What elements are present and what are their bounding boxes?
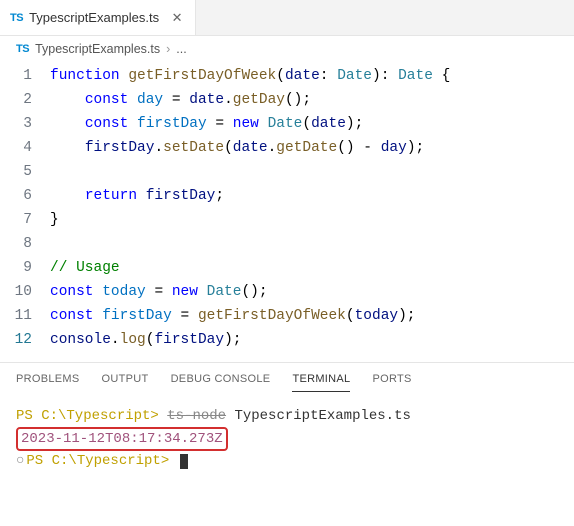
terminal-cursor: [180, 454, 188, 469]
line-number-gutter: 123456789101112: [0, 64, 50, 352]
tab-debug-console[interactable]: DEBUG CONSOLE: [171, 373, 271, 392]
code-content[interactable]: function getFirstDayOfWeek(date: Date): …: [50, 64, 574, 352]
breadcrumb-filename: TypescriptExamples.ts: [35, 42, 160, 56]
close-icon[interactable]: ✕: [169, 10, 185, 26]
breadcrumb-ellipsis: ...: [176, 42, 186, 56]
typescript-icon: TS: [16, 43, 29, 55]
terminal-line: PS C:\Typescript> ts-node TypescriptExam…: [16, 406, 558, 426]
tab-filename: TypescriptExamples.ts: [29, 10, 159, 25]
code-editor[interactable]: 123456789101112 function getFirstDayOfWe…: [0, 62, 574, 362]
tab-problems[interactable]: PROBLEMS: [16, 373, 80, 392]
tab-bar: TS TypescriptExamples.ts ✕: [0, 0, 574, 36]
terminal-panel[interactable]: PS C:\Typescript> ts-node TypescriptExam…: [0, 392, 574, 485]
circle-icon: ○: [16, 453, 24, 469]
terminal-line: ○PS C:\Typescript>: [16, 451, 558, 471]
typescript-icon: TS: [10, 12, 23, 24]
tab-terminal[interactable]: TERMINAL: [292, 373, 350, 392]
chevron-right-icon: ›: [166, 42, 170, 56]
breadcrumb[interactable]: TS TypescriptExamples.ts › ...: [0, 36, 574, 62]
tab-output[interactable]: OUTPUT: [102, 373, 149, 392]
panel-tab-bar: PROBLEMS OUTPUT DEBUG CONSOLE TERMINAL P…: [0, 362, 574, 392]
tab-ports[interactable]: PORTS: [372, 373, 411, 392]
terminal-output-highlight: 2023-11-12T08:17:34.273Z: [16, 426, 558, 451]
editor-tab[interactable]: TS TypescriptExamples.ts ✕: [0, 0, 196, 35]
